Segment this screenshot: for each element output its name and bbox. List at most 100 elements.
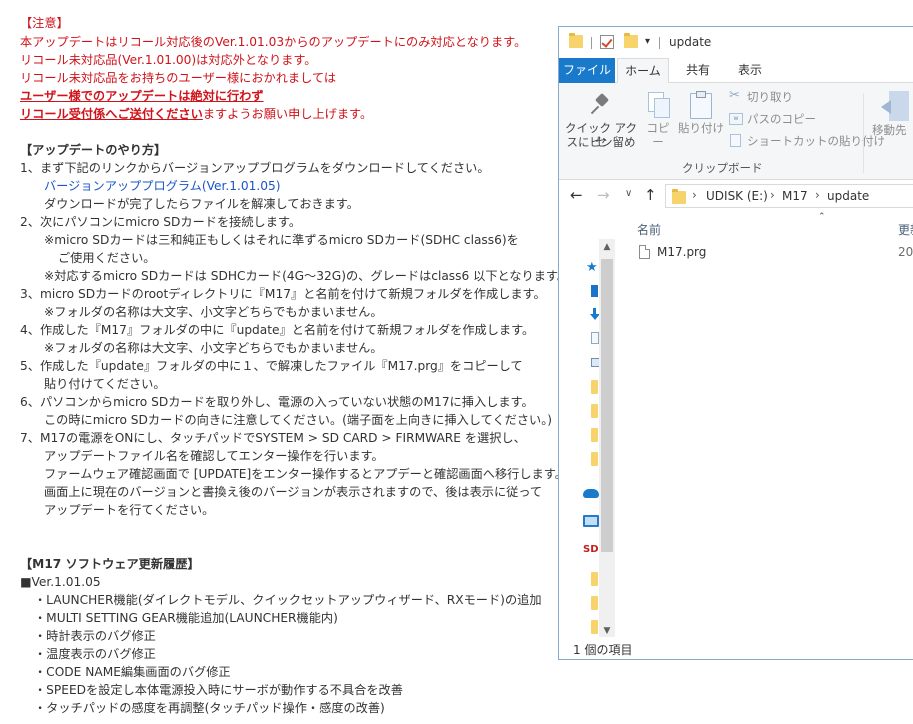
version-up-program-link[interactable]: バージョンアッププログラム(Ver.1.01.05) xyxy=(44,178,281,194)
file-date: 201 xyxy=(898,245,913,259)
tab-share[interactable]: 共有 xyxy=(673,58,723,83)
folder-icon[interactable] xyxy=(591,596,598,610)
clipboard-group-label: クリップボード xyxy=(682,161,763,175)
tab-home[interactable]: ホーム xyxy=(617,58,669,84)
paste-shortcut-label: ショートカットの貼り付け xyxy=(747,134,885,148)
notice-heading: 【注意】 xyxy=(20,16,69,30)
pin-icon xyxy=(591,93,613,115)
history-item: ・MULTI SETTING GEAR機能追加(LAUNCHER機能内) xyxy=(34,611,338,625)
scrollbar-thumb[interactable] xyxy=(601,259,613,552)
howto-line: ※フォルダの名称は大文字、小文字どちらでもかまいません。 xyxy=(44,341,383,355)
sort-ascending-icon: ⌃ xyxy=(818,212,826,222)
howto-line: ※対応するmicro SDカードは SDHCカード(4G～32G)の、グレードは… xyxy=(44,269,570,283)
file-icon xyxy=(639,245,650,259)
breadcrumb-separator-icon[interactable]: › xyxy=(770,188,775,202)
this-pc-icon[interactable] xyxy=(583,515,599,527)
howto-line: ファームウェア確認画面で [UPDATE]をエンター操作するとアプデーと確認画面… xyxy=(44,467,567,481)
folder-icon[interactable] xyxy=(591,428,598,442)
howto-line: 4、作成した『M17』フォルダの中に『update』と名前を付けて新規フォルダを… xyxy=(20,323,535,337)
howto-line: ※micro SDカードは三和純正もしくはそれに準ずるmicro SDカード(S… xyxy=(44,233,519,247)
history-item: ・タッチパッドの感度を再調整(タッチパッド操作・感度の改善) xyxy=(34,701,385,715)
copy-path-label: パスのコピー xyxy=(747,112,816,126)
forward-icon[interactable]: → xyxy=(597,186,610,204)
folder-icon[interactable] xyxy=(591,620,598,634)
quick-access-star-icon[interactable]: ★ xyxy=(586,261,600,276)
recent-locations-dropdown-icon[interactable]: ∨ xyxy=(625,188,632,199)
history-item: ・時計表示のバグ修正 xyxy=(34,629,156,643)
file-explorer-window: ▾ update ファイル ホーム 共有 表示 クイック アクセ スにピン留め … xyxy=(558,26,913,660)
tab-view[interactable]: 表示 xyxy=(725,58,775,83)
history-version: ■Ver.1.01.05 xyxy=(20,575,101,589)
howto-line: この時にmicro SDカードの向きに注意してください。(端子面を上向きに挿入し… xyxy=(44,413,553,427)
navigation-bar: ← → ∨ ↑ › UDISK (E:) › M17 › update xyxy=(559,180,913,212)
history-item: ・SPEEDを設定し本体電源投入時にサーボが動作する不具合を改善 xyxy=(34,683,403,697)
status-bar: 1 個の項目 xyxy=(559,637,913,659)
sd-card-drive-icon[interactable]: SD xyxy=(583,545,599,563)
howto-line: アップデートファイル名を確認してエンター操作を行います。 xyxy=(44,449,384,463)
move-to-icon xyxy=(881,91,909,121)
howto-line: ※フォルダの名称は大文字、小文字どちらでもかまいません。 xyxy=(44,305,383,319)
howto-heading: 【アップデートのやり方】 xyxy=(20,143,167,157)
ribbon-tabs: ファイル ホーム 共有 表示 xyxy=(559,58,913,84)
howto-line: 2、次にパソコンにmicro SDカードを接続します。 xyxy=(20,215,302,229)
folder-icon xyxy=(569,33,583,48)
folder-icon[interactable] xyxy=(591,572,598,586)
desktop-icon[interactable] xyxy=(591,285,598,297)
folder-icon[interactable] xyxy=(591,380,598,394)
howto-line: 3、micro SDカードのrootディレクトリに『M17』と名前を付けて新規フ… xyxy=(20,287,546,301)
paste-shortcut-icon xyxy=(730,134,741,147)
file-row-m17-prg[interactable]: M17.prg 201 xyxy=(631,242,913,264)
navigation-pane-scrollbar[interactable]: ▲ ▼ xyxy=(599,239,615,659)
move-to-label: 移動先 xyxy=(872,123,907,137)
howto-line: 7、M17の電源をONにし、タッチパッドでSYSTEM > SD CARD > … xyxy=(20,431,526,445)
column-header-date[interactable]: 更新 xyxy=(898,221,913,238)
scissors-icon: ✂ xyxy=(729,88,740,103)
paste-label: 貼り付け xyxy=(678,121,724,135)
item-count: 1 個の項目 xyxy=(573,643,633,657)
paste-icon xyxy=(690,91,712,119)
howto-line: ダウンロードが完了したらファイルを解凍しておきます。 xyxy=(44,197,359,211)
ribbon-home: クイック アクセ スにピン留め コピー 貼り付け ✂ 切り取り w パスのコピー… xyxy=(559,83,913,180)
breadcrumb-update[interactable]: update xyxy=(827,189,869,203)
title-separator xyxy=(659,37,660,49)
folder-icon[interactable] xyxy=(591,452,598,466)
downloads-icon[interactable] xyxy=(590,308,600,322)
documents-icon[interactable] xyxy=(591,332,599,344)
breadcrumb-separator-icon[interactable]: › xyxy=(692,188,697,202)
copy-button[interactable]: コピー xyxy=(641,91,675,149)
scroll-up-icon[interactable]: ▲ xyxy=(599,239,615,255)
address-folder-icon xyxy=(672,189,686,204)
howto-line: 5、作成した『update』フォルダの中に１、で解凍したファイル『M17.prg… xyxy=(20,359,523,373)
howto-line: 6、パソコンからmicro SDカードを取り外し、電源の入っていない状態のM17… xyxy=(20,395,534,409)
breadcrumb-separator-icon[interactable]: › xyxy=(815,188,820,202)
breadcrumb-drive[interactable]: UDISK (E:) xyxy=(706,189,768,203)
notice-line-3: リコール未対応品をお持ちのユーザー様におかれましては xyxy=(20,71,337,85)
back-icon[interactable]: ← xyxy=(570,186,583,204)
update-instructions-document: 【注意】 本アップデートはリコール対応後のVer.1.01.03からのアップデー… xyxy=(0,0,569,724)
window-title: update xyxy=(669,35,712,49)
column-header-name[interactable]: 名前 xyxy=(637,221,661,238)
notice-line-1: 本アップデートはリコール対応後のVer.1.01.03からのアップデートにのみ対… xyxy=(20,35,527,49)
move-to-button[interactable]: 移動先 xyxy=(867,91,913,143)
history-item: ・温度表示のバグ修正 xyxy=(34,647,156,661)
pin-to-quick-access-button[interactable]: クイック アクセ スにピン留め xyxy=(563,91,639,149)
notice-line-5-bold: リコール受付係へご送付ください xyxy=(20,107,203,121)
pin-label-2: スにピン留め xyxy=(566,135,636,149)
file-list: ⌃ 名前 更新 M17.prg 201 xyxy=(621,212,913,637)
onedrive-icon[interactable] xyxy=(583,489,599,498)
folder-icon[interactable] xyxy=(591,404,598,418)
new-folder-icon[interactable] xyxy=(624,33,638,48)
copy-path-icon: w xyxy=(729,113,743,125)
file-name: M17.prg xyxy=(657,245,707,259)
properties-icon[interactable] xyxy=(600,35,614,49)
quick-access-dropdown-icon[interactable]: ▾ xyxy=(645,36,650,47)
paste-button[interactable]: 貼り付け xyxy=(677,91,725,141)
breadcrumb-m17[interactable]: M17 xyxy=(782,189,808,203)
history-heading: 【M17 ソフトウェア更新履歴】 xyxy=(20,557,200,571)
address-bar[interactable]: › UDISK (E:) › M17 › update xyxy=(665,184,913,208)
tab-file[interactable]: ファイル xyxy=(559,58,615,83)
copy-icon xyxy=(648,92,670,118)
up-folder-icon[interactable]: ↑ xyxy=(644,186,657,204)
history-item: ・LAUNCHER機能(ダイレクトモデル、クイックセットアップウィザード、RXモ… xyxy=(34,593,542,607)
notice-line-4: ユーザー様でのアップデートは絶対に行わず xyxy=(20,89,264,103)
